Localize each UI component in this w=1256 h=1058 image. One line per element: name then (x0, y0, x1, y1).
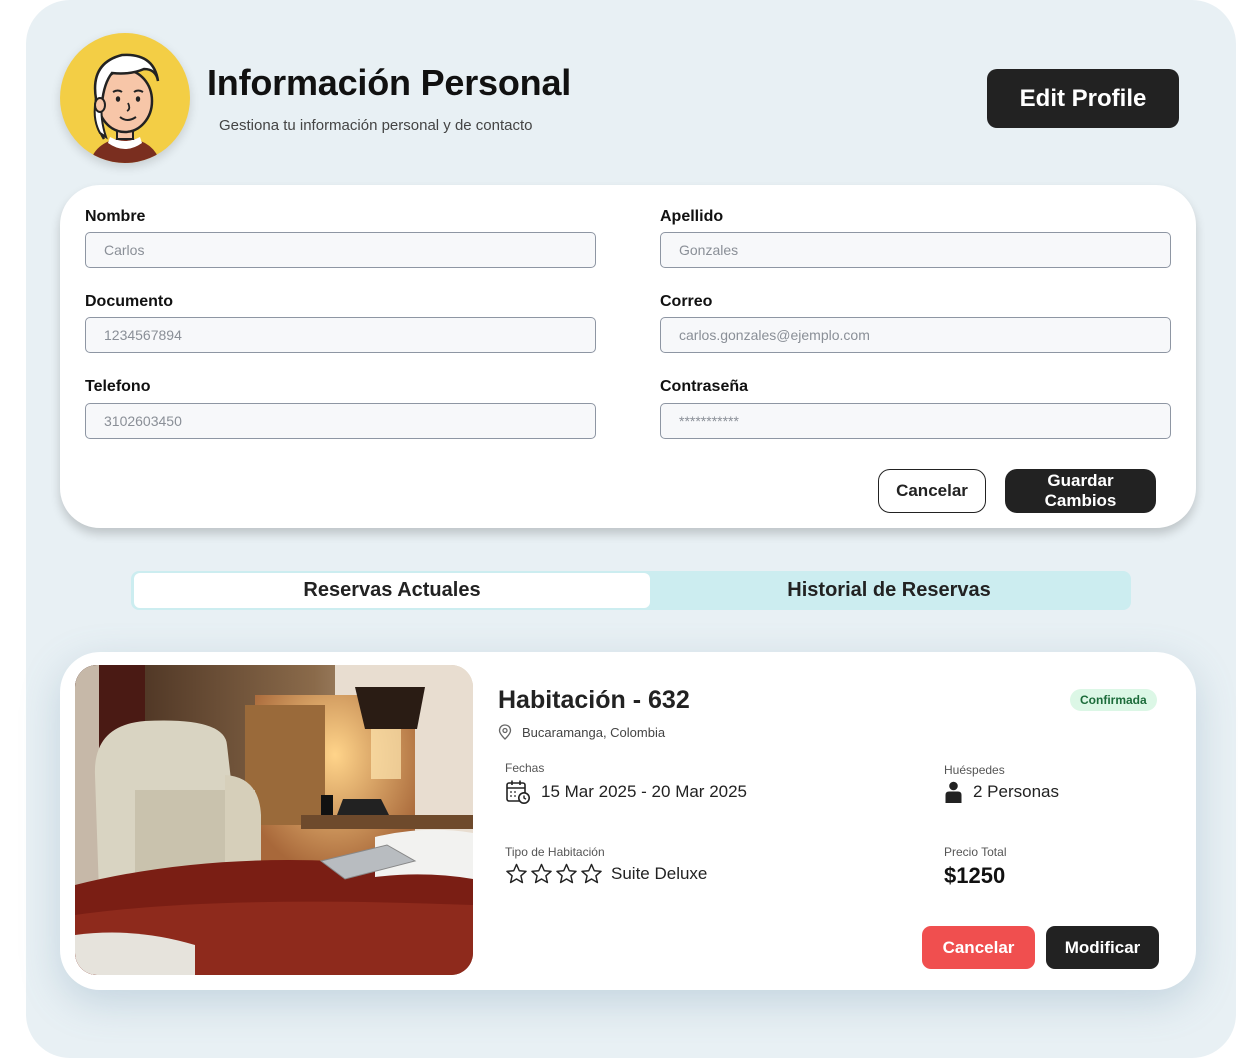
page-title: Información Personal (207, 62, 572, 103)
nombre-input[interactable] (85, 232, 596, 268)
star-icon (531, 863, 552, 884)
documento-input[interactable] (85, 317, 596, 353)
reservations-tabs: Reservas Actuales Historial de Reservas (131, 571, 1131, 610)
map-pin-icon (498, 724, 512, 740)
dates-value: 15 Mar 2025 - 20 Mar 2025 (541, 782, 748, 801)
location: Bucaramanga, Colombia (498, 724, 665, 740)
room-type-row: Suite Deluxe (505, 863, 707, 885)
guests-label: Huéspedes (944, 763, 1005, 777)
personal-info-form: Nombre Apellido Documento Correo Telefon… (60, 185, 1196, 528)
room-title: Habitación - 632 (498, 686, 690, 714)
tab-reservation-history[interactable]: Historial de Reservas (650, 573, 1128, 608)
guests-value: 2 Personas (973, 782, 1059, 801)
documento-label: Documento (85, 293, 173, 310)
room-photo (75, 665, 473, 975)
correo-label: Correo (660, 293, 713, 310)
apellido-input[interactable] (660, 232, 1171, 268)
correo-input[interactable] (660, 317, 1171, 353)
tab-current-reservations[interactable]: Reservas Actuales (134, 573, 650, 608)
save-changes-button[interactable]: Guardar Cambios (1005, 469, 1156, 513)
hotel-room-image (75, 665, 473, 975)
room-type-value: Suite Deluxe (611, 864, 708, 883)
modify-reservation-button[interactable]: Modificar (1046, 926, 1159, 969)
location-text: Bucaramanga, Colombia (522, 724, 666, 740)
room-type-label: Tipo de Habitación (505, 845, 605, 859)
contrasena-label: Contraseña (660, 378, 749, 395)
star-icon (556, 863, 577, 884)
dates-label: Fechas (505, 761, 545, 775)
price-value: $1250 (944, 863, 1006, 888)
cancel-reservation-button[interactable]: Cancelar (922, 926, 1035, 969)
person-icon (945, 781, 962, 803)
guests-row: 2 Personas (944, 781, 1059, 803)
star-icon (581, 863, 602, 884)
cancel-button[interactable]: Cancelar (878, 469, 986, 513)
price-label: Precio Total (944, 845, 1007, 859)
contrasena-input[interactable] (660, 403, 1171, 439)
page-subtitle: Gestiona tu información personal y de co… (219, 117, 533, 134)
rating-stars (505, 863, 603, 885)
reservation-card: Habitación - 632 Confirmada Bucaramanga,… (60, 652, 1196, 990)
calendar-clock-icon (506, 780, 530, 804)
telefono-input[interactable] (85, 403, 596, 439)
status-badge: Confirmada (1070, 689, 1157, 711)
nombre-label: Nombre (85, 208, 146, 225)
avatar[interactable] (60, 33, 190, 163)
edit-profile-button[interactable]: Edit Profile (987, 69, 1179, 128)
apellido-label: Apellido (660, 208, 724, 225)
user-avatar-icon (90, 53, 160, 163)
star-icon (506, 863, 527, 884)
telefono-label: Telefono (85, 378, 151, 395)
dates-row: 15 Mar 2025 - 20 Mar 2025 (505, 779, 747, 805)
